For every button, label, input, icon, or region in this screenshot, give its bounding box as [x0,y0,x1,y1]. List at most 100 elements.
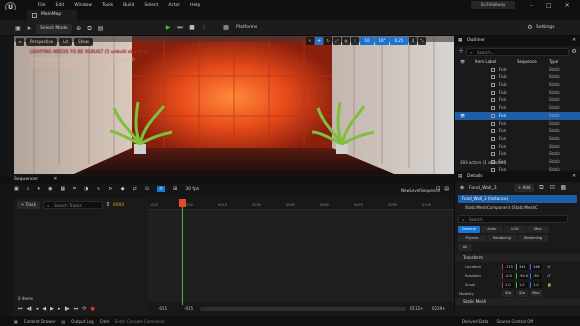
scale-tool-icon[interactable]: ⤢ [333,37,341,45]
menu-edit[interactable]: Edit [56,3,65,8]
outliner-row[interactable]: Fon Static [455,104,580,112]
filter-all[interactable]: All [458,244,472,251]
scale-x[interactable]: 1.0 [502,281,514,288]
surface-snap-icon[interactable]: ⌇ [351,37,359,45]
mobility-static-2[interactable]: Sta [516,290,528,297]
menu-help[interactable]: Help [190,3,200,8]
outliner-row[interactable]: Fon Static [455,150,580,158]
filter-actor[interactable]: Actor [481,226,503,233]
details-search-input[interactable]: ⌕ Search [458,215,568,223]
scale-z[interactable]: 1.0 [530,281,542,288]
column-type[interactable]: Type [549,58,558,66]
menu-file[interactable]: File [38,3,46,8]
derived-data-button[interactable]: Derived Data [462,319,489,324]
close-icon[interactable]: ✕ [565,2,570,9]
filter-streaming[interactable]: Streaming [518,235,548,242]
level-viewport[interactable]: ≡ Perspective Lit Show ↖ ✛ ↻ ⤢ ◍ ⌇ 10 10… [14,36,454,174]
mobility-static-1[interactable]: Sta [502,290,514,297]
stop-icon[interactable]: ■ [188,24,196,32]
output-log-button[interactable]: Output Log [71,319,93,324]
jump-end-icon[interactable]: ⏭ [74,306,79,312]
menu-build[interactable]: Build [123,3,134,8]
current-frame-field[interactable]: 0000 [113,203,124,208]
sequence-options-icon[interactable]: ▤ [444,186,449,192]
level-tab[interactable]: MainMap [27,10,77,20]
filter-rendering[interactable]: Rendering [487,235,517,242]
loop-icon[interactable]: ⟳ [82,306,86,312]
component-instance-row[interactable]: Fond_Wall_3 (Instance) [458,195,577,203]
visibility-eye-icon[interactable]: 👁 [460,112,465,120]
select-tool-icon[interactable]: ↖ [306,37,314,45]
source-control-button[interactable]: Source Control Off [497,319,534,324]
snap-settings-icon[interactable]: ⊞ [173,186,177,192]
snapping-toggle-icon[interactable]: ∩ [157,186,166,192]
maximize-viewport-icon[interactable]: ⤡ [418,37,426,45]
mode-cursor-icon[interactable]: ➤ [25,25,33,33]
static-mesh-section-header[interactable]: Static Mesh [455,298,580,305]
lock-icon[interactable]: ⊡ [436,186,440,192]
rotation-z[interactable]: -90 [530,272,542,279]
scale-snap-toggle[interactable]: 0.25 [390,37,408,45]
view-start-right[interactable]: -015 [184,306,193,311]
camera-icon[interactable]: ◉ [48,186,52,192]
filter-physics[interactable]: Physics [458,235,486,242]
film-icon[interactable]: ▦ [60,186,65,192]
outliner-close-icon[interactable]: ✕ [572,36,576,46]
add-track-button[interactable]: + Track [17,201,41,209]
blueprint-icon[interactable]: ⧉ [86,25,94,33]
details-lock-icon[interactable]: ⊡ [548,184,556,192]
scale-lock-icon[interactable]: 🔒 [547,280,552,289]
menu-actor[interactable]: Actor [168,3,180,8]
playhead[interactable] [182,199,183,305]
mobility-movable[interactable]: Mov [530,290,542,297]
location-y[interactable]: 341 [516,263,528,270]
prev-frame-icon[interactable]: ◂ [36,306,39,312]
column-item-label[interactable]: Item Label [475,58,496,66]
timeline-scrollbar[interactable] [200,307,406,311]
view-end-left[interactable]: 0112+ [410,306,424,311]
key-options-icon[interactable]: ⇄ [133,186,137,192]
sequencer-tab[interactable]: Sequencer ✕ [14,176,57,184]
filter-misc[interactable]: Misc [527,226,549,233]
rotation-reset-icon[interactable]: ↺ [547,271,550,280]
rotation-y[interactable]: -90.0 [516,272,528,279]
outliner-row[interactable]: Folc Static [455,73,580,81]
curve-editor-icon[interactable]: ∿ [96,186,100,192]
camera-speed-icon[interactable]: 4 [409,37,417,45]
transport-icon[interactable]: ⊳ [109,186,113,192]
add-content-icon[interactable]: ⊕ [75,25,83,33]
track-search-input[interactable]: ⌕ Search Tracks [43,201,104,209]
rotation-snap-toggle[interactable]: 10° [375,37,389,45]
add-filter-icon[interactable]: ＋ [458,48,464,56]
reverse-play-icon[interactable]: ◀ [42,306,46,312]
maximize-icon[interactable]: □ [546,2,552,9]
world-space-icon[interactable]: ◍ [342,37,350,45]
add-component-button[interactable]: + Add [514,184,535,192]
platforms-dropdown[interactable]: Platforms [232,23,261,33]
seq-play-icon[interactable]: ▶ [50,306,54,312]
save-sequence-icon[interactable]: ▣ [14,186,19,192]
outliner-row[interactable]: Fon Static [455,127,580,135]
outliner-row[interactable]: Fon Static [455,96,580,104]
grid-snap-toggle[interactable]: 10 [360,37,374,45]
rotation-x[interactable]: -0.0 [502,272,514,279]
transform-section-header[interactable]: Transform [455,254,580,262]
find-icon[interactable]: ⌕ [27,186,30,192]
sequencer-close-icon[interactable]: ✕ [53,177,57,182]
jump-start-icon[interactable]: ⏮ [18,306,23,312]
snap-icon[interactable]: ⌗ [73,186,76,192]
outliner-row[interactable]: 👁 Fon Static [455,111,580,120]
rotation-label[interactable]: Rotation [465,271,481,280]
view-end-right[interactable]: 0229+ [432,306,446,311]
outliner-row[interactable]: Folc Static [455,66,580,74]
sequencer-timeline[interactable]: -015 0000 0015 0030 0045 0060 0075 0090 0105 -01… [148,198,454,316]
menu-window[interactable]: Window [74,3,92,8]
details-grid-icon[interactable]: ▦ [559,184,567,192]
auto-key-icon[interactable]: ⊙ [145,186,149,192]
track-filter-icon[interactable]: ⊽ [106,202,110,208]
location-x[interactable]: -715 [502,263,514,270]
outliner-settings-icon[interactable]: ⚙ [571,48,577,56]
fps-dropdown[interactable]: 30 fps [185,187,199,192]
details-close-icon[interactable]: ✕ [572,172,576,182]
translate-tool-icon[interactable]: ✛ [315,37,323,45]
